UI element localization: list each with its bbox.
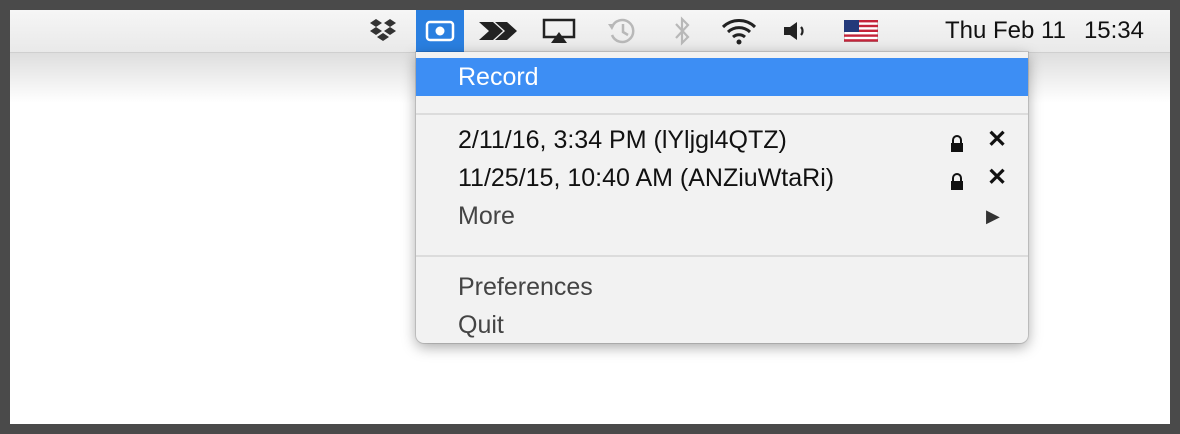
bluetooth-icon[interactable]: [666, 10, 698, 52]
screen-record-icon[interactable]: [416, 10, 464, 52]
menu-bar-clock[interactable]: Thu Feb 11 15:34: [945, 10, 1144, 52]
menu-item-record[interactable]: Record: [416, 58, 1028, 96]
menu-item-more[interactable]: More ▶: [416, 197, 1028, 235]
menu-item-preferences[interactable]: Preferences: [416, 268, 1028, 306]
airplay-icon[interactable]: [538, 10, 580, 52]
wifi-icon[interactable]: [718, 10, 760, 52]
us-flag-icon[interactable]: [842, 10, 880, 52]
menu-item-recording[interactable]: 2/11/16, 3:34 PM (lYljgl4QTZ) ✕: [416, 121, 1028, 159]
clock-date: Thu Feb 11: [944, 17, 1066, 44]
screen-frame: Thu Feb 11 15:34 Record 2/11/16, 3:34 PM …: [10, 10, 1170, 424]
menu-item-more-label: More: [458, 202, 515, 230]
close-icon[interactable]: ✕: [987, 159, 1007, 197]
submenu-arrow-icon: ▶: [986, 206, 1000, 226]
menu-separator: [416, 113, 1028, 115]
close-icon[interactable]: ✕: [987, 121, 1007, 159]
recording-label: 11/25/15, 10:40 AM (ANZiuWtaRi): [458, 164, 835, 192]
menu-bar: Thu Feb 11 15:34: [10, 10, 1170, 53]
menu-item-record-label: Record: [458, 63, 539, 91]
menu-separator: [416, 255, 1028, 257]
menu-item-quit[interactable]: Quit: [416, 306, 1028, 344]
menu-item-preferences-label: Preferences: [458, 273, 593, 301]
menu-item-quit-label: Quit: [458, 311, 504, 339]
menu-item-recording[interactable]: 11/25/15, 10:40 AM (ANZiuWtaRi) ✕: [416, 159, 1028, 197]
record-app-menu: Record 2/11/16, 3:34 PM (lYljgl4QTZ) ✕ 1…: [416, 52, 1028, 343]
lock-icon[interactable]: [949, 131, 965, 160]
lock-icon[interactable]: [949, 169, 965, 198]
volume-icon[interactable]: [778, 10, 812, 52]
clock-time: 15:34: [1083, 17, 1144, 44]
recording-label: 2/11/16, 3:34 PM (lYljgl4QTZ): [458, 126, 787, 154]
dropbox-icon[interactable]: [366, 10, 400, 52]
sharing-arrows-icon[interactable]: [474, 10, 522, 52]
time-machine-icon[interactable]: [602, 10, 642, 52]
